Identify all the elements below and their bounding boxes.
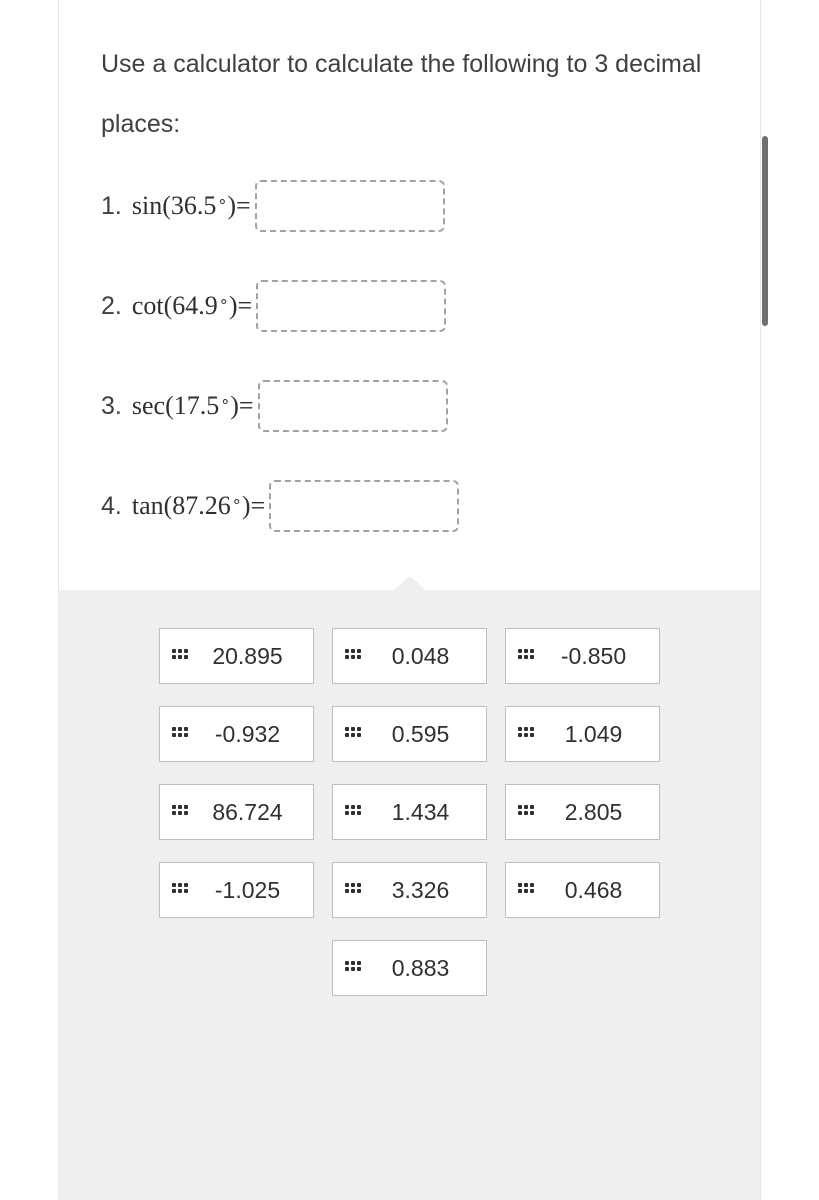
answer-tile[interactable]: 0.048 xyxy=(332,628,487,684)
drag-handle-icon xyxy=(345,727,359,741)
degree-symbol: ∘ xyxy=(220,393,230,410)
drag-handle-icon xyxy=(345,805,359,819)
drag-handle-icon xyxy=(172,649,186,663)
question-expression: cot(64.9∘)= xyxy=(132,291,252,321)
tile-value: -0.932 xyxy=(215,721,280,748)
tile-value: 1.049 xyxy=(565,721,623,748)
bank-pointer-icon xyxy=(392,576,428,592)
question-number: 4. xyxy=(101,492,122,521)
answer-tile[interactable]: -0.932 xyxy=(159,706,314,762)
answer-bank-grid: 20.895 0.048 -0.850 -0.932 0.595 1.049 xyxy=(59,628,760,996)
question-number: 3. xyxy=(101,392,122,421)
drag-handle-icon xyxy=(345,649,359,663)
answer-tile[interactable]: -1.025 xyxy=(159,862,314,918)
func-arg: 64.9 xyxy=(172,291,218,320)
question-number: 2. xyxy=(101,292,122,321)
drag-handle-icon xyxy=(172,805,186,819)
answer-bank: 20.895 0.048 -0.850 -0.932 0.595 1.049 xyxy=(59,590,760,1200)
drag-handle-icon xyxy=(172,883,186,897)
scrollbar-thumb[interactable] xyxy=(762,136,768,326)
func-name: sin xyxy=(132,191,162,220)
answer-tile[interactable]: 3.326 xyxy=(332,862,487,918)
tile-value: -1.025 xyxy=(215,877,280,904)
tile-value: 2.805 xyxy=(565,799,623,826)
answer-tile[interactable]: 0.468 xyxy=(505,862,660,918)
answer-tile[interactable]: 0.595 xyxy=(332,706,487,762)
question-row: 2. cot(64.9∘)= xyxy=(101,280,718,332)
question-row: 4. tan(87.26∘)= xyxy=(101,480,718,532)
func-arg: 36.5 xyxy=(171,191,217,220)
drag-handle-icon xyxy=(345,961,359,975)
question-expression: tan(87.26∘)= xyxy=(132,491,265,521)
answer-dropzone[interactable] xyxy=(269,480,459,532)
func-arg: 87.26 xyxy=(172,491,231,520)
drag-handle-icon xyxy=(172,727,186,741)
func-name: cot xyxy=(132,291,164,320)
func-name: sec xyxy=(132,391,165,420)
drag-handle-icon xyxy=(518,805,532,819)
question-expression: sec(17.5∘)= xyxy=(132,391,254,421)
drag-handle-icon xyxy=(518,649,532,663)
tile-value: 3.326 xyxy=(392,877,450,904)
func-arg: 17.5 xyxy=(174,391,220,420)
drag-handle-icon xyxy=(518,727,532,741)
answer-tile[interactable]: 86.724 xyxy=(159,784,314,840)
question-list: 1. sin(36.5∘)= 2. cot(64.9∘)= 3. sec(17.… xyxy=(59,180,760,590)
answer-tile[interactable]: 1.049 xyxy=(505,706,660,762)
answer-tile[interactable]: -0.850 xyxy=(505,628,660,684)
tile-value: 20.895 xyxy=(212,643,282,670)
answer-dropzone[interactable] xyxy=(256,280,446,332)
drag-handle-icon xyxy=(345,883,359,897)
question-row: 3. sec(17.5∘)= xyxy=(101,380,718,432)
degree-symbol: ∘ xyxy=(232,493,242,510)
worksheet-card: Use a calculator to calculate the follow… xyxy=(58,0,761,1200)
answer-tile[interactable]: 1.434 xyxy=(332,784,487,840)
func-name: tan xyxy=(132,491,164,520)
tile-value: -0.850 xyxy=(561,643,626,670)
tile-value: 0.468 xyxy=(565,877,623,904)
question-row: 1. sin(36.5∘)= xyxy=(101,180,718,232)
tile-value: 0.883 xyxy=(392,955,450,982)
tile-value: 0.048 xyxy=(392,643,450,670)
tile-value: 1.434 xyxy=(392,799,450,826)
answer-dropzone[interactable] xyxy=(258,380,448,432)
degree-symbol: ∘ xyxy=(217,193,227,210)
answer-tile[interactable]: 20.895 xyxy=(159,628,314,684)
answer-tile[interactable]: 2.805 xyxy=(505,784,660,840)
question-number: 1. xyxy=(101,192,122,221)
degree-symbol: ∘ xyxy=(219,293,229,310)
answer-tile[interactable]: 0.883 xyxy=(332,940,487,996)
instructions-text: Use a calculator to calculate the follow… xyxy=(59,0,760,180)
tile-value: 0.595 xyxy=(392,721,450,748)
question-expression: sin(36.5∘)= xyxy=(132,191,251,221)
tile-value: 86.724 xyxy=(212,799,282,826)
drag-handle-icon xyxy=(518,883,532,897)
answer-dropzone[interactable] xyxy=(255,180,445,232)
